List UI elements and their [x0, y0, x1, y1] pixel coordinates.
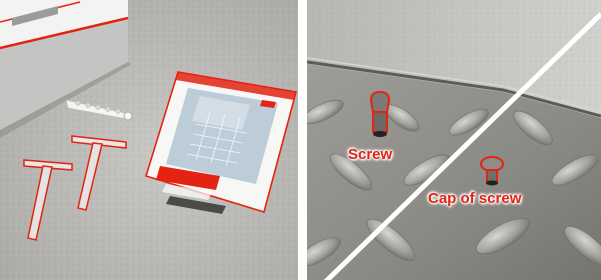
cover-scene: [307, 0, 601, 280]
cover-illustration: Screw Cap of screw: [307, 0, 601, 280]
tools-scene: [0, 0, 298, 280]
cap-of-screw-label: Cap of screw: [428, 190, 522, 207]
screw-label: Screw: [348, 146, 393, 163]
tools-illustration: [0, 0, 298, 280]
screw-highlight: [369, 90, 391, 137]
